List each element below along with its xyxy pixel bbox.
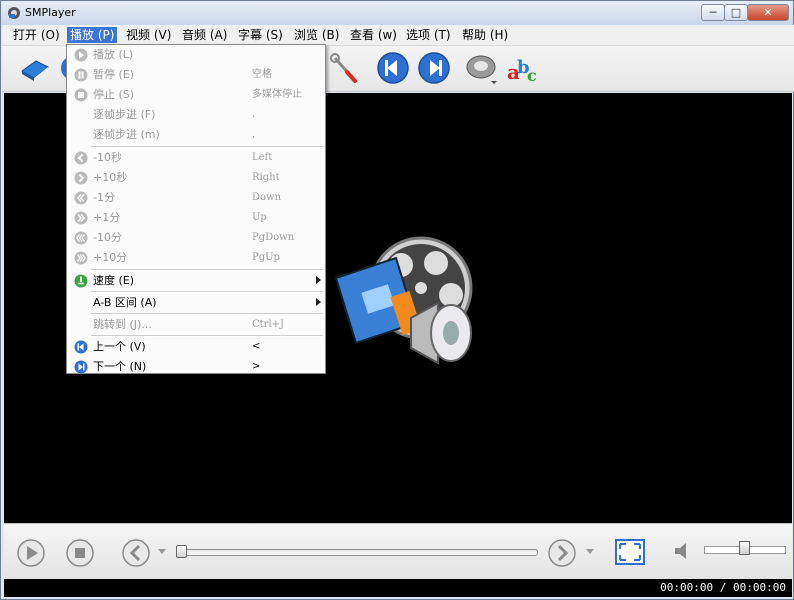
subtitles-abc-icon[interactable]: a b c: [506, 51, 540, 85]
menu-item-shortcut: Down: [252, 192, 282, 203]
play-button[interactable]: [16, 538, 46, 568]
menu-item-label: 暂停 (E): [93, 68, 135, 81]
menu-item-label: 播放 (L): [93, 48, 134, 61]
menu-item-shortcut: <: [252, 341, 261, 352]
menu-bar: 打开 (O) 播放 (P) 视频 (V) 音频 (A) 字幕 (S) 浏览 (B…: [2, 25, 794, 46]
menu-item-rewind-1m[interactable]: -1分 Down: [68, 188, 324, 208]
rewind-icon: [74, 151, 88, 165]
menu-item-label: 停止 (S): [93, 88, 135, 101]
smplayer-logo-icon: [334, 236, 473, 365]
fullscreen-icon[interactable]: [615, 539, 645, 565]
preferences-wrench-icon[interactable]: [327, 51, 361, 85]
smplayer-app-icon: [8, 7, 20, 19]
menu-item-label: A-B 区间 (A): [93, 296, 157, 309]
smplayer-window: SMPlayer ─ □ ✕ 打开 (O) 播放 (P) 视频 (V) 音频 (…: [0, 0, 794, 600]
stop-icon: [74, 88, 88, 102]
close-button[interactable]: ✕: [747, 4, 789, 21]
menu-item-shortcut: Right: [252, 172, 280, 183]
menu-view[interactable]: 查看 (w): [347, 27, 400, 43]
forward-button[interactable]: [547, 538, 577, 568]
menu-item-pause[interactable]: 暂停 (E) 空格: [68, 65, 324, 85]
menu-item-forward-10m[interactable]: +10分 PgUp: [68, 248, 324, 268]
menu-item-shortcut: 多媒体停止: [252, 89, 302, 100]
menu-item-forward-10s[interactable]: +10秒 Right: [68, 168, 324, 188]
playback-controls: [4, 523, 792, 580]
menu-video[interactable]: 视频 (V): [123, 27, 174, 43]
menu-item-shortcut: Ctrl+J: [252, 319, 285, 330]
menu-item-label: -1分: [93, 191, 115, 204]
window-title: SMPlayer: [25, 6, 76, 19]
menu-item-play[interactable]: 播放 (L): [68, 45, 324, 65]
minimize-button[interactable]: ─: [701, 4, 725, 21]
time-display: 00:00:00 / 00:00:00: [660, 581, 786, 594]
speed-icon: [74, 274, 88, 288]
menu-item-jump-to[interactable]: 跳转到 (J)... Ctrl+J: [68, 315, 324, 335]
menu-item-label: 逐帧步进 (F): [93, 108, 156, 121]
previous-icon[interactable]: [376, 51, 410, 85]
menu-audio[interactable]: 音频 (A): [179, 27, 230, 43]
stop-button[interactable]: [65, 538, 95, 568]
menu-item-shortcut: ,: [252, 129, 256, 140]
rewind-dropdown-arrow-icon[interactable]: [156, 546, 168, 556]
menu-item-forward-1m[interactable]: +1分 Up: [68, 208, 324, 228]
menu-item-label: -10秒: [93, 151, 122, 164]
menu-item-label: +10秒: [93, 171, 128, 184]
menu-browse[interactable]: 浏览 (B): [291, 27, 342, 43]
title-bar[interactable]: SMPlayer ─ □ ✕: [1, 1, 793, 25]
menu-item-shortcut: >: [252, 361, 261, 372]
play-icon: [74, 48, 88, 62]
menu-item-previous[interactable]: 上一个 (V) <: [68, 337, 324, 357]
status-bar: 00:00:00 / 00:00:00: [4, 579, 792, 597]
menu-options[interactable]: 选项 (T): [403, 27, 454, 43]
forward-icon: [74, 171, 88, 185]
maximize-button[interactable]: □: [724, 4, 748, 21]
forward-dropdown-arrow-icon[interactable]: [584, 546, 596, 556]
menu-item-label: +1分: [93, 211, 121, 224]
submenu-arrow-icon: [316, 298, 321, 306]
menu-item-label: 上一个 (V): [93, 340, 146, 353]
menu-item-rewind-10s[interactable]: -10秒 Left: [68, 148, 324, 168]
menu-item-shortcut: 空格: [252, 69, 272, 80]
menu-item-label: -10分: [93, 231, 122, 244]
menu-item-shortcut: Up: [252, 212, 267, 223]
menu-item-shortcut: PgUp: [252, 252, 280, 263]
menu-item-next[interactable]: 下一个 (N) >: [68, 357, 324, 377]
menu-help[interactable]: 帮助 (H): [459, 27, 511, 43]
menu-item-frame-step[interactable]: 逐帧步进 (F) .: [68, 105, 324, 125]
menu-open[interactable]: 打开 (O): [10, 27, 63, 43]
forward-triple-icon: [74, 251, 88, 265]
menu-item-label: 逐帧步进 (m): [93, 128, 160, 141]
menu-item-label: +10分: [93, 251, 128, 264]
volume-handle[interactable]: [739, 541, 750, 555]
mute-speaker-icon[interactable]: [672, 540, 694, 562]
pause-icon: [74, 68, 88, 82]
forward-double-icon: [74, 211, 88, 225]
menu-item-label: 速度 (E): [93, 274, 135, 287]
menu-play[interactable]: 播放 (P): [67, 27, 118, 43]
menu-item-ab-section[interactable]: A-B 区间 (A): [68, 293, 324, 313]
seek-handle[interactable]: [176, 545, 187, 558]
menu-item-speed[interactable]: 速度 (E): [68, 271, 324, 291]
submenu-arrow-icon: [316, 276, 321, 284]
menu-item-shortcut: .: [252, 109, 256, 120]
svg-text:c: c: [527, 66, 537, 85]
previous-icon: [74, 340, 88, 354]
play-menu-dropdown: 播放 (L) 暂停 (E) 空格 停止 (S) 多媒体停止 逐帧步进 (F) .…: [66, 44, 326, 374]
menu-item-frame-back-step[interactable]: 逐帧步进 (m) ,: [68, 125, 324, 145]
next-icon: [74, 360, 88, 374]
rewind-triple-icon: [74, 231, 88, 245]
menu-item-label: 下一个 (N): [93, 360, 147, 373]
seek-bar[interactable]: [180, 549, 538, 556]
menu-item-stop[interactable]: 停止 (S) 多媒体停止: [68, 85, 324, 105]
menu-item-rewind-10m[interactable]: -10分 PgDown: [68, 228, 324, 248]
menu-item-label: 跳转到 (J)...: [93, 318, 152, 331]
rewind-double-icon: [74, 191, 88, 205]
next-icon[interactable]: [417, 51, 451, 85]
menu-item-shortcut: PgDown: [252, 232, 295, 243]
menu-subtitles[interactable]: 字幕 (S): [235, 27, 286, 43]
open-file-icon[interactable]: [18, 51, 52, 85]
audio-disc-icon[interactable]: [464, 51, 498, 85]
menu-item-shortcut: Left: [252, 152, 273, 163]
rewind-button[interactable]: [121, 538, 151, 568]
